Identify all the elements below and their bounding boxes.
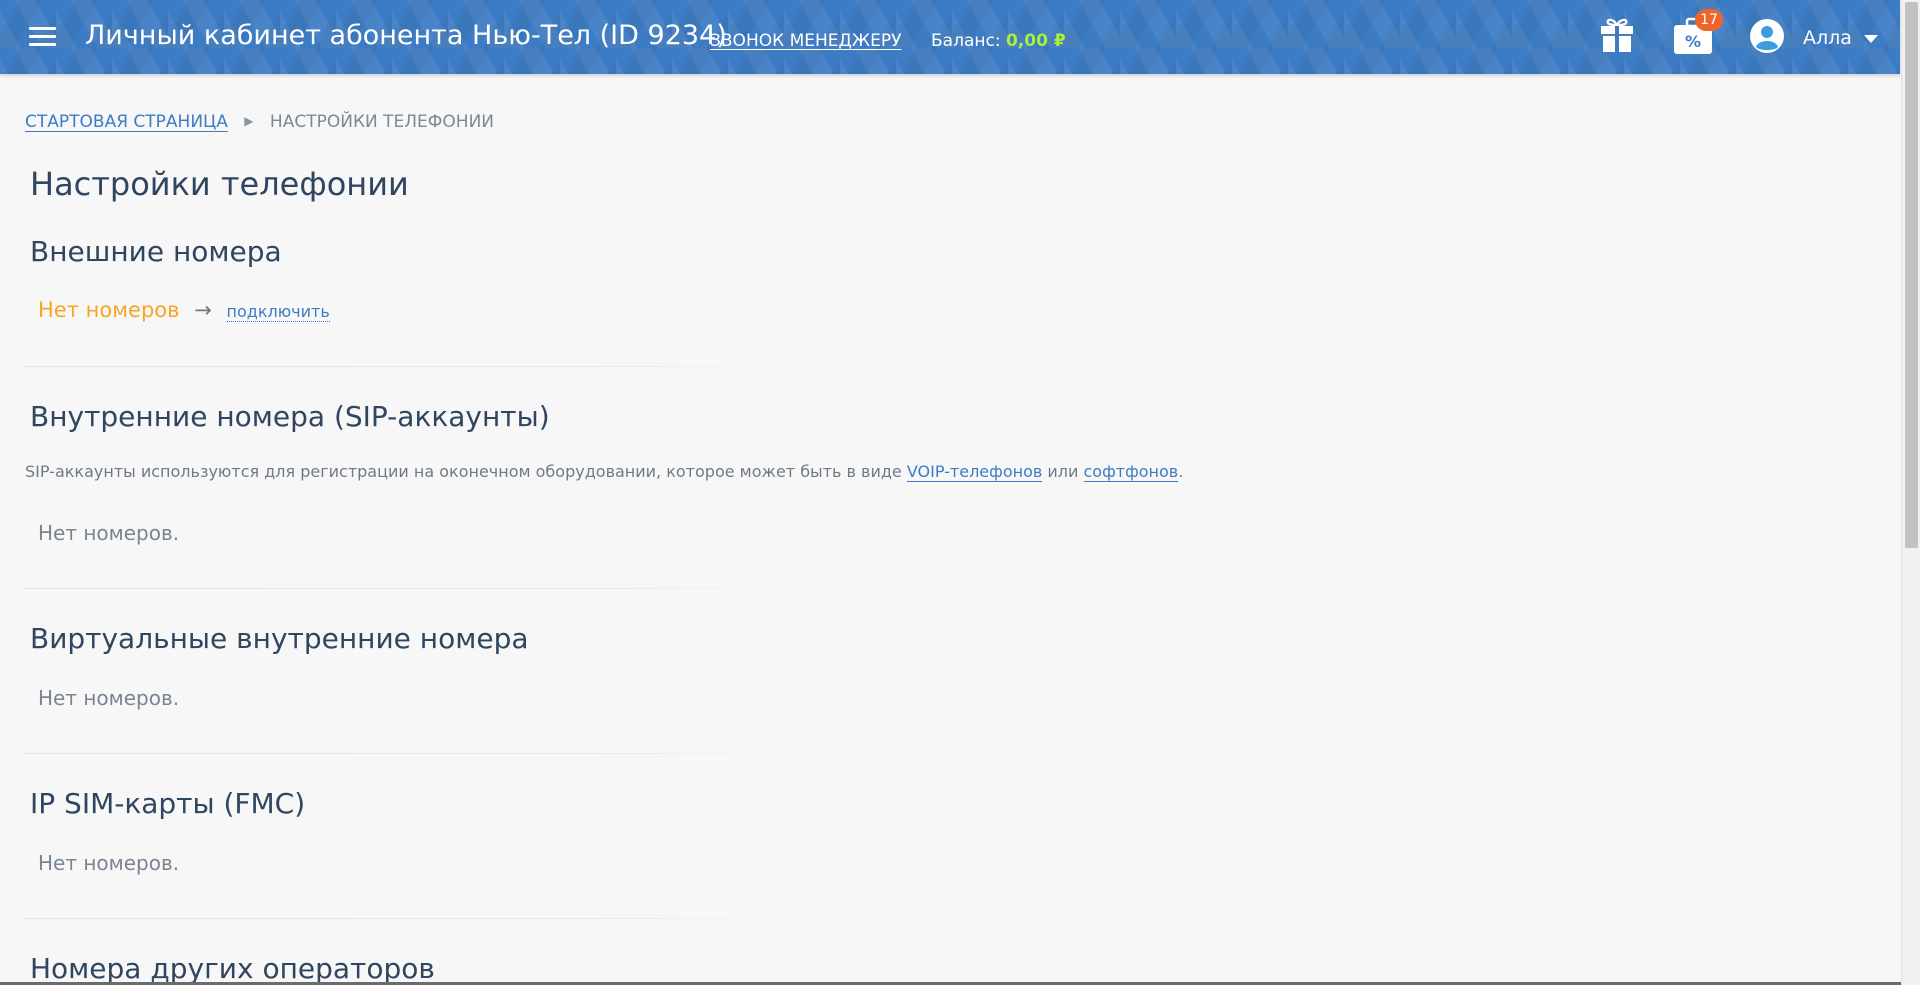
app-title: Личный кабинет абонента Нью-Тел (ID 9234… xyxy=(85,20,727,51)
divider xyxy=(25,918,815,919)
section-title-virtual: Виртуальные внутренние номера xyxy=(30,622,529,655)
sip-desc-middle: или xyxy=(1042,462,1084,481)
balance-label: Баланс: xyxy=(931,31,1001,51)
breadcrumb-separator-icon: ▶ xyxy=(244,114,254,128)
avatar-icon[interactable] xyxy=(1750,19,1784,53)
user-name[interactable]: Алла xyxy=(1803,27,1852,49)
promo-icon[interactable]: % 17 xyxy=(1673,9,1723,55)
ipsim-empty-text: Нет номеров. xyxy=(38,851,180,875)
sip-desc-suffix: . xyxy=(1178,462,1184,481)
softphones-link[interactable]: софтфонов xyxy=(1083,462,1179,482)
page-title: Настройки телефонии xyxy=(30,165,409,203)
divider xyxy=(25,366,815,367)
sip-desc-prefix: SIP-аккаунты используются для регистраци… xyxy=(25,462,907,481)
menu-icon[interactable] xyxy=(29,27,56,47)
arrow-right-icon: → xyxy=(194,298,212,322)
chevron-down-icon[interactable] xyxy=(1864,35,1878,43)
balance-value: 0,00 ₽ xyxy=(1005,31,1066,51)
breadcrumb-current: НАСТРОЙКИ ТЕЛЕФОНИИ xyxy=(269,112,495,132)
section-title-other: Номера других операторов xyxy=(30,952,435,985)
section-title-external: Внешние номера xyxy=(30,235,282,268)
section-title-ipsim: IP SIM-карты (FMC) xyxy=(30,787,306,820)
external-empty-state: Нет номеров → подключить xyxy=(38,298,330,322)
voip-phones-link[interactable]: VOIP-телефонов xyxy=(906,462,1043,482)
call-manager-link[interactable]: ЗВОНОК МЕНЕДЖЕРУ xyxy=(710,31,901,51)
breadcrumb: СТАРТОВАЯ СТРАНИЦА ▶ НАСТРОЙКИ ТЕЛЕФОНИИ xyxy=(25,112,494,132)
promo-icon-text: % xyxy=(1684,32,1702,51)
divider xyxy=(25,588,815,589)
top-bar: Личный кабинет абонента Нью-Тел (ID 9234… xyxy=(0,0,1900,74)
scrollbar-thumb[interactable] xyxy=(1905,2,1918,548)
external-empty-text: Нет номеров xyxy=(38,298,180,322)
gift-icon[interactable] xyxy=(1600,17,1634,53)
promo-badge: 17 xyxy=(1695,9,1723,31)
section-title-sip: Внутренние номера (SIP-аккаунты) xyxy=(30,400,550,433)
virtual-empty-text: Нет номеров. xyxy=(38,686,180,710)
balance: Баланс: 0,00 ₽ xyxy=(931,31,1066,51)
breadcrumb-home-link[interactable]: СТАРТОВАЯ СТРАНИЦА xyxy=(25,112,228,132)
scrollbar[interactable] xyxy=(1901,0,1920,985)
sip-description: SIP-аккаунты используются для регистраци… xyxy=(25,462,1184,482)
sip-empty-text: Нет номеров. xyxy=(38,521,180,545)
connect-link[interactable]: подключить xyxy=(226,302,330,322)
divider xyxy=(25,753,815,754)
